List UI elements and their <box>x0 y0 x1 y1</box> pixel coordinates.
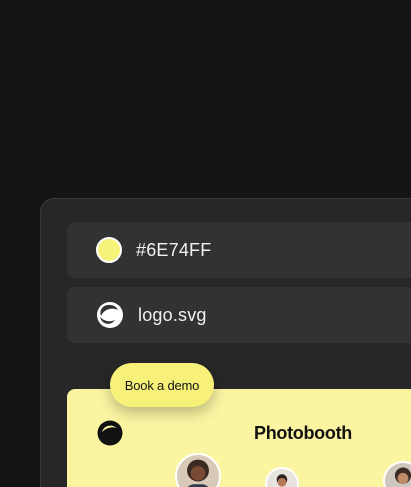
app-canvas: #6E74FF logo.svg Photobooth Book a demo <box>0 0 411 487</box>
preview-title: Photobooth <box>254 423 352 443</box>
book-demo-button[interactable]: Book a demo <box>110 363 214 407</box>
color-swatch[interactable] <box>96 237 122 263</box>
logo-filename: logo.svg <box>138 304 207 325</box>
logo-mark-icon <box>97 302 123 328</box>
person-avatar <box>383 461 411 487</box>
person-avatar <box>175 453 221 487</box>
brand-logo-field[interactable]: logo.svg <box>67 287 411 343</box>
person-avatar <box>265 467 299 487</box>
brand-color-value: #6E74FF <box>136 239 212 260</box>
booking-page-preview: Photobooth <box>67 389 411 487</box>
logo-mark-icon <box>97 420 123 446</box>
brand-color-field[interactable]: #6E74FF <box>67 222 411 278</box>
